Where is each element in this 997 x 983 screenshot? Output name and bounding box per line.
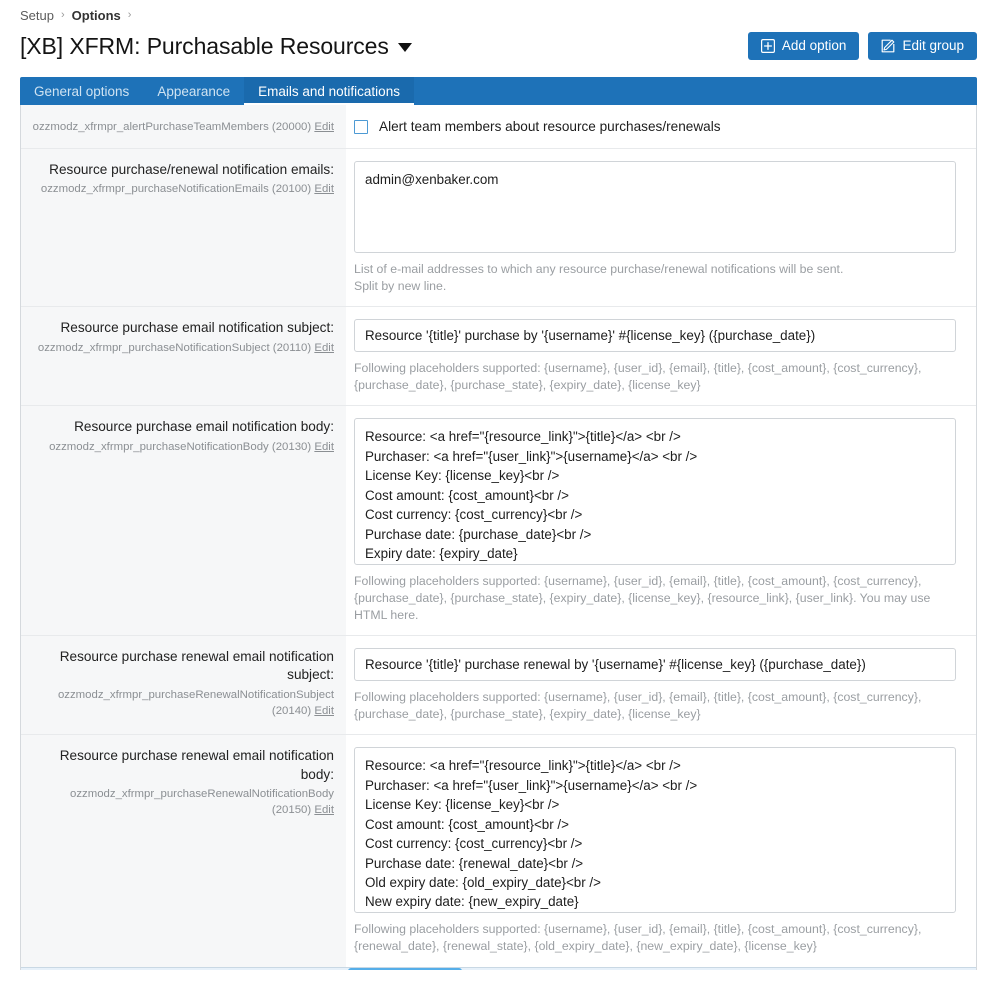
edit-link[interactable]: Edit bbox=[314, 441, 334, 453]
breadcrumb-separator: › bbox=[127, 9, 132, 21]
option-title: Resource purchase renewal email notifica… bbox=[59, 748, 334, 782]
option-key: ozzmodz_xfrmpr_purchaseNotificationEmail… bbox=[31, 182, 334, 198]
option-label: Resource purchase email notification bod… bbox=[21, 406, 346, 636]
breadcrumb-item-setup[interactable]: Setup bbox=[20, 8, 54, 23]
option-key: ozzmodz_xfrmpr_alertPurchaseTeamMembers … bbox=[31, 120, 334, 136]
breadcrumb: Setup › Options › bbox=[0, 0, 997, 24]
option-key-text: ozzmodz_xfrmpr_purchaseNotificationBody … bbox=[49, 440, 312, 453]
options-card: ozzmodz_xfrmpr_alertPurchaseTeamMembers … bbox=[20, 105, 977, 983]
option-row-notification-emails: Resource purchase/renewal notification e… bbox=[21, 148, 976, 308]
edit-link[interactable]: Edit bbox=[314, 705, 334, 717]
field-hint: List of e-mail addresses to which any re… bbox=[354, 261, 844, 293]
option-key-text: ozzmodz_xfrmpr_purchaseNotificationSubje… bbox=[37, 341, 312, 354]
option-key: ozzmodz_xfrmpr_purchaseNotificationBody … bbox=[31, 440, 334, 456]
edit-link[interactable]: Edit bbox=[314, 121, 334, 133]
option-field: Following placeholders supported: {usern… bbox=[346, 735, 976, 967]
option-row-purchase-body: Resource purchase email notification bod… bbox=[21, 406, 976, 637]
option-row-renewal-subject: Resource purchase renewal email notifica… bbox=[21, 636, 976, 736]
add-option-label: Add option bbox=[781, 38, 847, 54]
tab-emails-and-notifications[interactable]: Emails and notifications bbox=[244, 77, 414, 105]
breadcrumb-separator: › bbox=[60, 9, 65, 21]
add-option-button[interactable]: Add option bbox=[747, 32, 860, 60]
breadcrumb-item-options[interactable]: Options bbox=[72, 8, 121, 23]
field-hint: Following placeholders supported: {usern… bbox=[354, 361, 922, 392]
option-key-text: ozzmodz_xfrmpr_purchaseRenewalNotificati… bbox=[57, 688, 334, 717]
plus-box-icon bbox=[760, 39, 775, 53]
tab-appearance[interactable]: Appearance bbox=[143, 77, 244, 105]
field-hint: Following placeholders supported: {usern… bbox=[354, 574, 931, 622]
purchase-body-textarea[interactable] bbox=[354, 418, 956, 566]
option-field: Following placeholders supported: {usern… bbox=[346, 636, 976, 735]
admin-options-page: Setup › Options › [XB] XFRM: Purchasable… bbox=[0, 0, 997, 983]
option-key: ozzmodz_xfrmpr_purchaseNotificationSubje… bbox=[31, 341, 334, 357]
option-label: Resource purchase renewal email notifica… bbox=[21, 735, 346, 967]
edit-link[interactable]: Edit bbox=[314, 342, 334, 354]
edit-group-label: Edit group bbox=[902, 38, 964, 54]
caret-down-icon[interactable] bbox=[397, 42, 412, 52]
option-key-text: ozzmodz_xfrmpr_alertPurchaseTeamMembers … bbox=[32, 121, 312, 133]
renewal-body-textarea[interactable] bbox=[354, 747, 956, 914]
page-bottom-strip bbox=[0, 970, 997, 983]
option-row-renewal-body: Resource purchase renewal email notifica… bbox=[21, 735, 976, 967]
page-title: [XB] XFRM: Purchasable Resources bbox=[20, 33, 412, 60]
option-title: Resource purchase renewal email notifica… bbox=[59, 649, 334, 683]
field-hint: Following placeholders supported: {usern… bbox=[354, 690, 922, 721]
tab-bar: General options Appearance Emails and no… bbox=[20, 77, 977, 105]
edit-group-button[interactable]: Edit group bbox=[868, 32, 977, 60]
edit-link[interactable]: Edit bbox=[314, 183, 334, 195]
option-row-alert-team-members: ozzmodz_xfrmpr_alertPurchaseTeamMembers … bbox=[21, 105, 976, 149]
option-key-text: ozzmodz_xfrmpr_purchaseRenewalNotificati… bbox=[69, 788, 334, 816]
options-list: ozzmodz_xfrmpr_alertPurchaseTeamMembers … bbox=[21, 105, 976, 967]
checkbox-line: Alert team members about resource purcha… bbox=[354, 117, 956, 134]
option-label: Resource purchase email notification sub… bbox=[21, 307, 346, 406]
option-field: Following placeholders supported: {usern… bbox=[346, 406, 976, 636]
header-actions: Add option Edit group bbox=[747, 32, 977, 60]
option-key-text: ozzmodz_xfrmpr_purchaseNotificationEmail… bbox=[40, 183, 312, 196]
option-field: List of e-mail addresses to which any re… bbox=[346, 148, 976, 307]
option-row-purchase-subject: Resource purchase email notification sub… bbox=[21, 307, 976, 407]
option-field: Following placeholders supported: {usern… bbox=[346, 307, 976, 406]
option-key: ozzmodz_xfrmpr_purchaseRenewalNotificati… bbox=[31, 688, 334, 720]
page-title-text: [XB] XFRM: Purchasable Resources bbox=[20, 32, 389, 59]
pencil-square-icon bbox=[881, 39, 895, 53]
purchase-subject-input[interactable] bbox=[354, 319, 956, 353]
option-title: Resource purchase email notification bod… bbox=[74, 419, 334, 435]
alert-team-members-checkbox[interactable] bbox=[354, 119, 368, 134]
option-field: Alert team members about resource purcha… bbox=[346, 105, 976, 148]
notification-emails-textarea[interactable] bbox=[354, 160, 956, 253]
option-label: Resource purchase renewal email notifica… bbox=[21, 636, 346, 735]
option-title: Resource purchase email notification sub… bbox=[60, 320, 334, 336]
field-hint: Following placeholders supported: {usern… bbox=[354, 922, 922, 953]
option-title: Resource purchase/renewal notification e… bbox=[49, 161, 334, 177]
option-label: ozzmodz_xfrmpr_alertPurchaseTeamMembers … bbox=[21, 105, 346, 148]
page-header: [XB] XFRM: Purchasable Resources Add opt… bbox=[0, 24, 997, 68]
renewal-subject-input[interactable] bbox=[354, 648, 956, 682]
option-key: ozzmodz_xfrmpr_purchaseRenewalNotificati… bbox=[31, 787, 334, 819]
tab-general-options[interactable]: General options bbox=[20, 77, 143, 105]
edit-link[interactable]: Edit bbox=[314, 804, 334, 816]
option-label: Resource purchase/renewal notification e… bbox=[21, 148, 346, 307]
checkbox-label: Alert team members about resource purcha… bbox=[379, 119, 721, 134]
